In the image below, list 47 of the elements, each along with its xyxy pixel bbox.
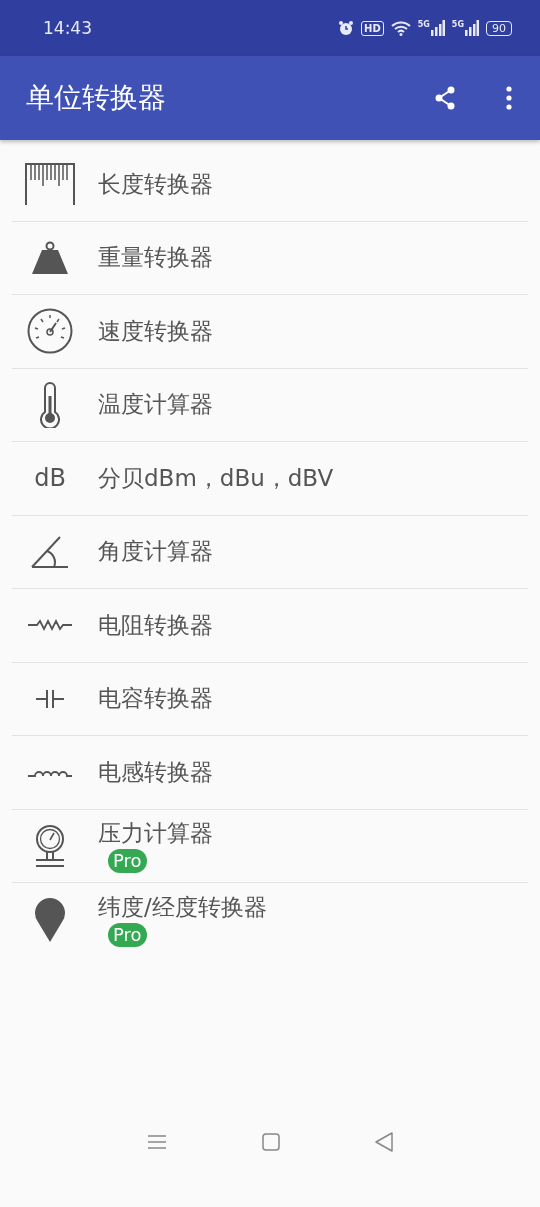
item-label: 温度计算器 [98,390,213,420]
converter-list-item[interactable]: 长度转换器 [12,148,528,222]
back-icon[interactable] [374,1132,393,1152]
item-label: 分贝dBm，dBu，dBV [98,463,334,493]
converter-list-item[interactable]: 重量转换器 [12,221,528,295]
angle-icon [30,534,70,569]
converter-list-item[interactable]: dB 分贝dBm，dBu，dBV [12,442,528,516]
location-pin-icon [34,897,66,942]
converter-list-item[interactable]: 电感转换器 [12,736,528,810]
thermometer-icon [38,381,62,428]
converter-list-item[interactable]: 电阻转换器 [12,589,528,663]
speedometer-icon [27,308,73,355]
item-label: 压力计算器 [98,819,213,849]
item-label: 电容转换器 [98,684,213,714]
item-label: 电感转换器 [98,757,213,787]
app-title: 单位转换器 [26,80,167,116]
signal-indicator: 5G [451,20,479,36]
item-label: 纬度/经度转换器 [98,893,267,923]
item-label: 重量转换器 [98,243,213,273]
home-icon[interactable] [262,1133,280,1151]
decibel-label: dB [34,464,66,493]
pro-badge: Pro [108,923,147,948]
converter-list-item[interactable]: 纬度/经度转换器 Pro [12,883,528,957]
ruler-icon [25,163,75,206]
converter-list-item[interactable]: 速度转换器 [12,295,528,369]
item-label: 角度计算器 [98,537,213,567]
item-label: 长度转换器 [98,169,213,199]
converter-list-item[interactable]: 温度计算器 [12,368,528,442]
pro-badge: Pro [108,849,147,874]
resistor-icon [27,619,73,632]
wifi-icon [390,20,411,36]
clock-time: 14:43 [43,18,92,38]
weight-icon [31,240,69,275]
share-icon[interactable] [434,86,456,110]
converter-list-item[interactable]: 压力计算器 Pro [12,809,528,883]
converter-list-item[interactable]: 角度计算器 [12,515,528,589]
signal-indicator: 5G [417,20,445,36]
alarm-icon [338,20,355,36]
battery-indicator: 90 [486,20,512,36]
capacitor-icon [35,688,65,709]
more-options-icon[interactable] [506,86,512,110]
converter-list-item[interactable]: 电容转换器 [12,662,528,736]
pressure-gauge-icon [33,823,67,868]
hd-indicator: HD [361,20,384,36]
item-label: 速度转换器 [98,316,213,346]
menu-icon[interactable] [147,1134,168,1150]
item-label: 电阻转换器 [98,610,213,640]
